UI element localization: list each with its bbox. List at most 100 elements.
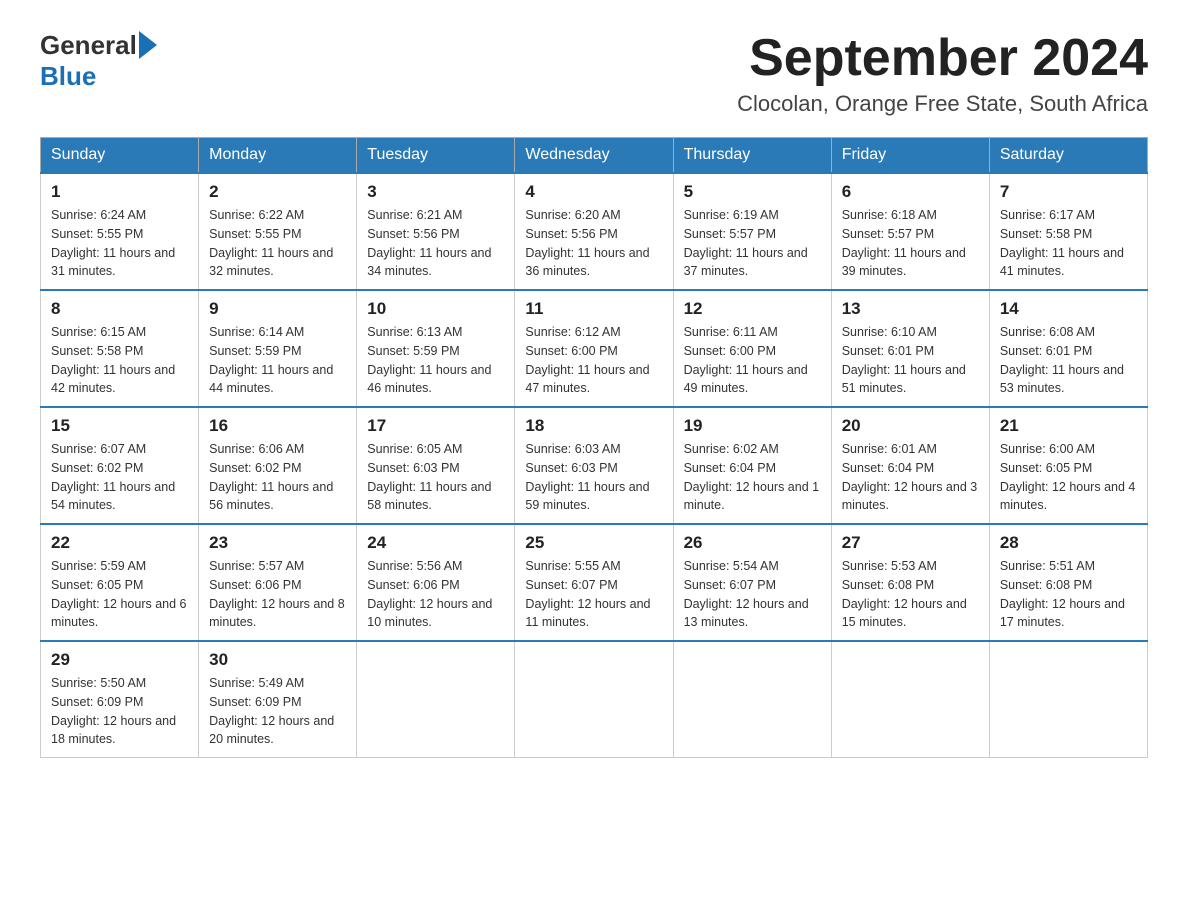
day-info: Sunrise: 6:11 AM Sunset: 6:00 PM Dayligh…	[684, 323, 821, 398]
day-number: 25	[525, 533, 662, 553]
calendar-day-cell	[515, 641, 673, 758]
calendar-day-cell: 16 Sunrise: 6:06 AM Sunset: 6:02 PM Dayl…	[199, 407, 357, 524]
day-number: 30	[209, 650, 346, 670]
day-info: Sunrise: 5:51 AM Sunset: 6:08 PM Dayligh…	[1000, 557, 1137, 632]
calendar-day-cell: 2 Sunrise: 6:22 AM Sunset: 5:55 PM Dayli…	[199, 173, 357, 290]
day-info: Sunrise: 6:18 AM Sunset: 5:57 PM Dayligh…	[842, 206, 979, 281]
calendar-day-cell: 13 Sunrise: 6:10 AM Sunset: 6:01 PM Dayl…	[831, 290, 989, 407]
day-info: Sunrise: 5:59 AM Sunset: 6:05 PM Dayligh…	[51, 557, 188, 632]
day-number: 6	[842, 182, 979, 202]
day-info: Sunrise: 6:07 AM Sunset: 6:02 PM Dayligh…	[51, 440, 188, 515]
calendar-day-cell: 24 Sunrise: 5:56 AM Sunset: 6:06 PM Dayl…	[357, 524, 515, 641]
day-number: 28	[1000, 533, 1137, 553]
weekday-header: Saturday	[989, 138, 1147, 174]
calendar-day-cell: 21 Sunrise: 6:00 AM Sunset: 6:05 PM Dayl…	[989, 407, 1147, 524]
day-number: 2	[209, 182, 346, 202]
day-info: Sunrise: 6:06 AM Sunset: 6:02 PM Dayligh…	[209, 440, 346, 515]
month-title: September 2024	[737, 30, 1148, 87]
weekday-header: Sunday	[41, 138, 199, 174]
calendar-day-cell: 1 Sunrise: 6:24 AM Sunset: 5:55 PM Dayli…	[41, 173, 199, 290]
calendar-day-cell: 25 Sunrise: 5:55 AM Sunset: 6:07 PM Dayl…	[515, 524, 673, 641]
calendar-day-cell: 23 Sunrise: 5:57 AM Sunset: 6:06 PM Dayl…	[199, 524, 357, 641]
day-info: Sunrise: 5:49 AM Sunset: 6:09 PM Dayligh…	[209, 674, 346, 749]
weekday-header: Friday	[831, 138, 989, 174]
calendar-day-cell: 5 Sunrise: 6:19 AM Sunset: 5:57 PM Dayli…	[673, 173, 831, 290]
day-info: Sunrise: 6:22 AM Sunset: 5:55 PM Dayligh…	[209, 206, 346, 281]
page-header: General Blue September 2024 Clocolan, Or…	[40, 30, 1148, 117]
day-number: 10	[367, 299, 504, 319]
calendar-day-cell: 12 Sunrise: 6:11 AM Sunset: 6:00 PM Dayl…	[673, 290, 831, 407]
day-info: Sunrise: 6:24 AM Sunset: 5:55 PM Dayligh…	[51, 206, 188, 281]
day-info: Sunrise: 5:50 AM Sunset: 6:09 PM Dayligh…	[51, 674, 188, 749]
day-info: Sunrise: 6:05 AM Sunset: 6:03 PM Dayligh…	[367, 440, 504, 515]
day-info: Sunrise: 6:00 AM Sunset: 6:05 PM Dayligh…	[1000, 440, 1137, 515]
day-number: 24	[367, 533, 504, 553]
day-info: Sunrise: 6:08 AM Sunset: 6:01 PM Dayligh…	[1000, 323, 1137, 398]
calendar-header-row: SundayMondayTuesdayWednesdayThursdayFrid…	[41, 138, 1148, 174]
calendar-week-row: 1 Sunrise: 6:24 AM Sunset: 5:55 PM Dayli…	[41, 173, 1148, 290]
day-number: 7	[1000, 182, 1137, 202]
calendar-day-cell: 26 Sunrise: 5:54 AM Sunset: 6:07 PM Dayl…	[673, 524, 831, 641]
day-info: Sunrise: 6:12 AM Sunset: 6:00 PM Dayligh…	[525, 323, 662, 398]
calendar-day-cell: 15 Sunrise: 6:07 AM Sunset: 6:02 PM Dayl…	[41, 407, 199, 524]
day-info: Sunrise: 5:53 AM Sunset: 6:08 PM Dayligh…	[842, 557, 979, 632]
logo-general-text: General	[40, 30, 137, 61]
day-info: Sunrise: 6:19 AM Sunset: 5:57 PM Dayligh…	[684, 206, 821, 281]
weekday-header: Wednesday	[515, 138, 673, 174]
weekday-header: Monday	[199, 138, 357, 174]
day-number: 19	[684, 416, 821, 436]
calendar-day-cell: 9 Sunrise: 6:14 AM Sunset: 5:59 PM Dayli…	[199, 290, 357, 407]
calendar-day-cell: 29 Sunrise: 5:50 AM Sunset: 6:09 PM Dayl…	[41, 641, 199, 758]
day-number: 9	[209, 299, 346, 319]
calendar-week-row: 8 Sunrise: 6:15 AM Sunset: 5:58 PM Dayli…	[41, 290, 1148, 407]
calendar-day-cell: 30 Sunrise: 5:49 AM Sunset: 6:09 PM Dayl…	[199, 641, 357, 758]
day-number: 11	[525, 299, 662, 319]
calendar-day-cell: 7 Sunrise: 6:17 AM Sunset: 5:58 PM Dayli…	[989, 173, 1147, 290]
day-number: 13	[842, 299, 979, 319]
day-info: Sunrise: 6:17 AM Sunset: 5:58 PM Dayligh…	[1000, 206, 1137, 281]
day-number: 3	[367, 182, 504, 202]
day-number: 5	[684, 182, 821, 202]
day-number: 17	[367, 416, 504, 436]
calendar-day-cell: 20 Sunrise: 6:01 AM Sunset: 6:04 PM Dayl…	[831, 407, 989, 524]
calendar-day-cell: 11 Sunrise: 6:12 AM Sunset: 6:00 PM Dayl…	[515, 290, 673, 407]
day-number: 14	[1000, 299, 1137, 319]
day-number: 15	[51, 416, 188, 436]
calendar-week-row: 29 Sunrise: 5:50 AM Sunset: 6:09 PM Dayl…	[41, 641, 1148, 758]
weekday-header: Thursday	[673, 138, 831, 174]
day-number: 27	[842, 533, 979, 553]
calendar-day-cell	[831, 641, 989, 758]
day-number: 29	[51, 650, 188, 670]
calendar-day-cell: 10 Sunrise: 6:13 AM Sunset: 5:59 PM Dayl…	[357, 290, 515, 407]
calendar-day-cell	[357, 641, 515, 758]
calendar-day-cell: 18 Sunrise: 6:03 AM Sunset: 6:03 PM Dayl…	[515, 407, 673, 524]
day-info: Sunrise: 6:15 AM Sunset: 5:58 PM Dayligh…	[51, 323, 188, 398]
day-number: 20	[842, 416, 979, 436]
day-number: 18	[525, 416, 662, 436]
logo: General Blue	[40, 30, 157, 92]
calendar-day-cell: 19 Sunrise: 6:02 AM Sunset: 6:04 PM Dayl…	[673, 407, 831, 524]
day-info: Sunrise: 6:10 AM Sunset: 6:01 PM Dayligh…	[842, 323, 979, 398]
calendar-day-cell: 22 Sunrise: 5:59 AM Sunset: 6:05 PM Dayl…	[41, 524, 199, 641]
logo-arrow-icon	[139, 31, 157, 59]
title-section: September 2024 Clocolan, Orange Free Sta…	[737, 30, 1148, 117]
logo-blue-text: Blue	[40, 61, 96, 92]
day-number: 21	[1000, 416, 1137, 436]
day-number: 22	[51, 533, 188, 553]
day-info: Sunrise: 6:01 AM Sunset: 6:04 PM Dayligh…	[842, 440, 979, 515]
day-info: Sunrise: 5:55 AM Sunset: 6:07 PM Dayligh…	[525, 557, 662, 632]
day-number: 4	[525, 182, 662, 202]
day-number: 16	[209, 416, 346, 436]
day-info: Sunrise: 6:13 AM Sunset: 5:59 PM Dayligh…	[367, 323, 504, 398]
day-number: 8	[51, 299, 188, 319]
day-number: 12	[684, 299, 821, 319]
day-info: Sunrise: 6:14 AM Sunset: 5:59 PM Dayligh…	[209, 323, 346, 398]
day-info: Sunrise: 5:56 AM Sunset: 6:06 PM Dayligh…	[367, 557, 504, 632]
calendar-day-cell	[673, 641, 831, 758]
day-number: 23	[209, 533, 346, 553]
calendar-day-cell: 14 Sunrise: 6:08 AM Sunset: 6:01 PM Dayl…	[989, 290, 1147, 407]
calendar-day-cell: 3 Sunrise: 6:21 AM Sunset: 5:56 PM Dayli…	[357, 173, 515, 290]
calendar-day-cell: 17 Sunrise: 6:05 AM Sunset: 6:03 PM Dayl…	[357, 407, 515, 524]
calendar-table: SundayMondayTuesdayWednesdayThursdayFrid…	[40, 137, 1148, 758]
location-title: Clocolan, Orange Free State, South Afric…	[737, 91, 1148, 117]
